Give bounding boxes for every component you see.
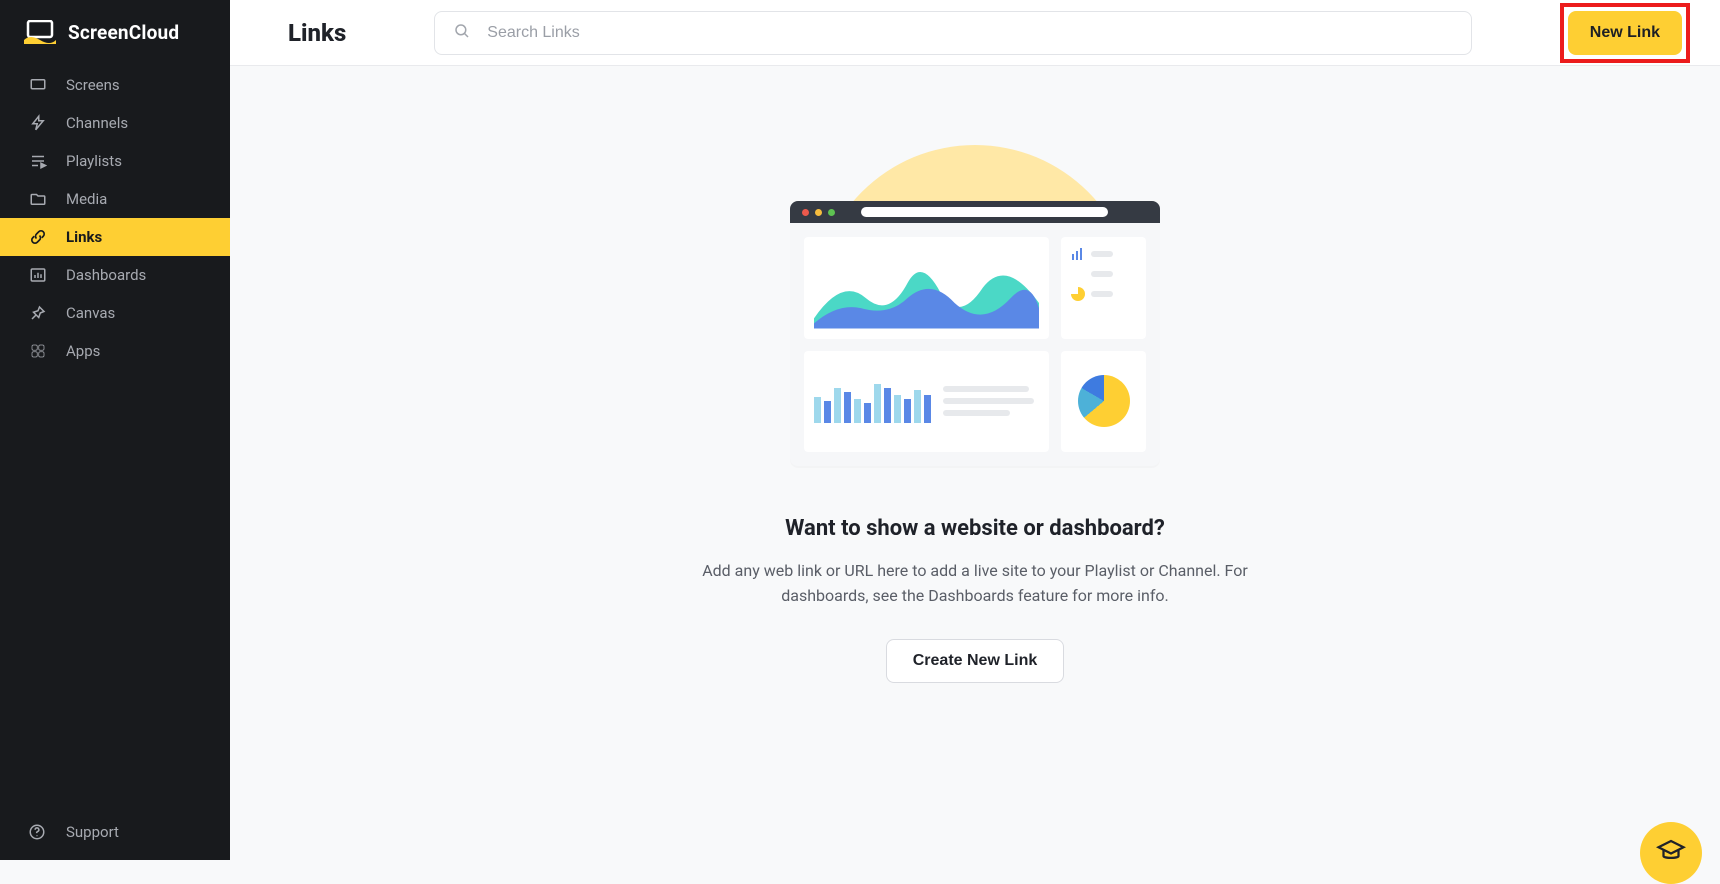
empty-state-heading: Want to show a website or dashboard?: [785, 516, 1165, 541]
sidebar-item-media[interactable]: Media: [0, 180, 230, 218]
sidebar-item-channels[interactable]: Channels: [0, 104, 230, 142]
sidebar-item-support[interactable]: Support: [0, 804, 230, 860]
graduation-cap-icon: [1656, 836, 1686, 870]
sidebar: ScreenCloud Screens Channels Playlists M…: [0, 0, 230, 860]
sidebar-item-playlists[interactable]: Playlists: [0, 142, 230, 180]
sidebar-item-screens[interactable]: Screens: [0, 66, 230, 104]
page-title: Links: [288, 19, 346, 47]
new-link-button[interactable]: New Link: [1568, 11, 1682, 55]
sidebar-item-links[interactable]: Links: [0, 218, 230, 256]
support-label: Support: [66, 823, 119, 841]
sidebar-item-dashboards[interactable]: Dashboards: [0, 256, 230, 294]
link-icon: [28, 228, 48, 246]
empty-state-illustration: [790, 156, 1160, 486]
empty-state: Want to show a website or dashboard? Add…: [230, 66, 1720, 860]
playlist-icon: [28, 152, 48, 170]
sidebar-item-apps[interactable]: Apps: [0, 332, 230, 370]
sidebar-item-label: Screens: [66, 76, 120, 94]
help-fab[interactable]: [1640, 822, 1702, 884]
sidebar-item-label: Canvas: [66, 304, 115, 322]
screen-icon: [28, 76, 48, 94]
chart-icon: [28, 266, 48, 284]
create-link-button[interactable]: Create New Link: [886, 639, 1064, 683]
search-input[interactable]: [487, 24, 1453, 42]
sidebar-item-label: Playlists: [66, 152, 122, 170]
main: Links New Link: [230, 0, 1720, 860]
sidebar-item-canvas[interactable]: Canvas: [0, 294, 230, 332]
brand-name: ScreenCloud: [68, 21, 179, 44]
sidebar-item-label: Channels: [66, 114, 128, 132]
brand-logo[interactable]: ScreenCloud: [0, 0, 230, 62]
sidebar-item-label: Links: [66, 228, 102, 246]
folder-icon: [28, 190, 48, 208]
search-icon: [453, 22, 471, 44]
apps-icon: [28, 342, 48, 360]
pin-icon: [28, 304, 48, 322]
new-link-highlight: New Link: [1560, 3, 1690, 63]
empty-state-description: Add any web link or URL here to add a li…: [695, 559, 1255, 609]
sidebar-nav: Screens Channels Playlists Media Links D…: [0, 66, 230, 370]
bolt-icon: [28, 114, 48, 132]
logo-icon: [24, 20, 56, 44]
sidebar-item-label: Media: [66, 190, 107, 208]
help-icon: [28, 823, 48, 841]
search-input-wrap[interactable]: [434, 11, 1472, 55]
sidebar-item-label: Apps: [66, 342, 100, 360]
sidebar-item-label: Dashboards: [66, 266, 146, 284]
topbar: Links New Link: [230, 0, 1720, 66]
